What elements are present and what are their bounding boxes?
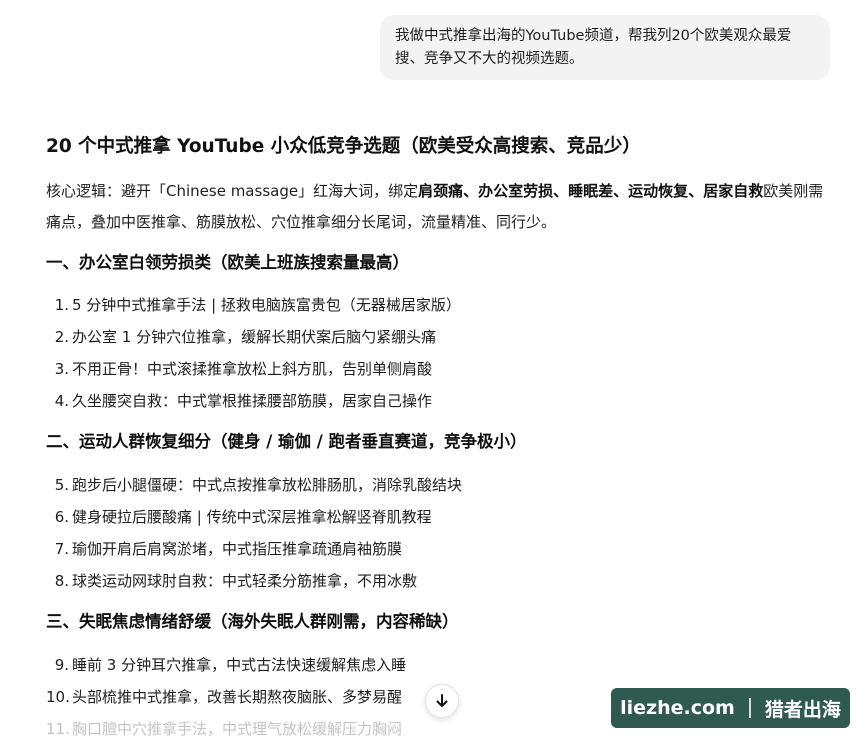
list-item: 6. 健身硬拉后腰酸痛 | 传统中式深层推拿松解竖脊肌教程 [54,508,432,526]
user-message-text: 我做中式推拿出海的YouTube频道，帮我列20个欧美观众最爱搜、竞争又不大的视… [395,28,792,67]
list-item: 5. 跑步后小腿僵硬：中式点按推拿放松腓肠肌，消除乳酸结块 [54,476,463,494]
watermark-domain: liezhe.com [620,697,735,719]
watermark-divider [748,698,751,718]
section-heading: 三、失眠焦虑情绪舒缓（海外失眠人群刚需，内容稀缺） [46,612,459,631]
list-item: 8. 球类运动网球肘自救：中式轻柔分筋推拿，不用冰敷 [54,572,418,590]
watermark-brand: 猎者出海 [764,698,841,721]
watermark-badge: liezhe.com 猎者出海 [611,688,850,728]
list-item: 3. 不用正骨！中式滚揉推拿放松上斜方肌，告别单侧肩酸 [54,360,433,378]
section-heading: 一、办公室白领劳损类（欧美上班族搜索量最高） [46,253,409,272]
answer-title: 20 个中式推拿 YouTube 小众低竞争选题（欧美受众高搜索、竞品少） [46,136,641,157]
list-item: 1. 5 分钟中式推拿手法 | 拯救电脑族富贵包（无器械居家版） [54,296,461,314]
section-heading: 二、运动人群恢复细分（健身 / 瑜伽 / 跑者垂直赛道，竞争极小） [46,432,527,451]
list-item: 2. 办公室 1 分钟穴位推拿，缓解长期伏案后脑勺紧绷头痛 [54,328,437,346]
scroll-to-bottom-button[interactable] [425,684,459,718]
user-message-bubble: 我做中式推拿出海的YouTube频道，帮我列20个欧美观众最爱搜、竞争又不大的视… [380,15,830,80]
list-item: 7. 瑜伽开肩后肩窝淤堵，中式指压推拿疏通肩袖筋膜 [54,540,403,558]
answer-intro: 核心逻辑：避开「Chinese massage」红海大词，绑定肩颈痛、办公室劳损… [46,182,824,231]
arrow-down-icon [436,694,448,707]
list-item: 10. 头部梳推中式推拿，改善长期熬夜脑胀、多梦易醒 [46,688,403,706]
list-item: 4. 久坐腰突自救：中式掌根推揉腰部筋膜，居家自己操作 [54,392,433,410]
list-item: 11. 胸口膻中穴推拿手法，中式理气放松缓解压力胸闷 [46,720,403,738]
list-item: 9. 睡前 3 分钟耳穴推拿，中式古法快速缓解焦虑入睡 [54,656,407,674]
